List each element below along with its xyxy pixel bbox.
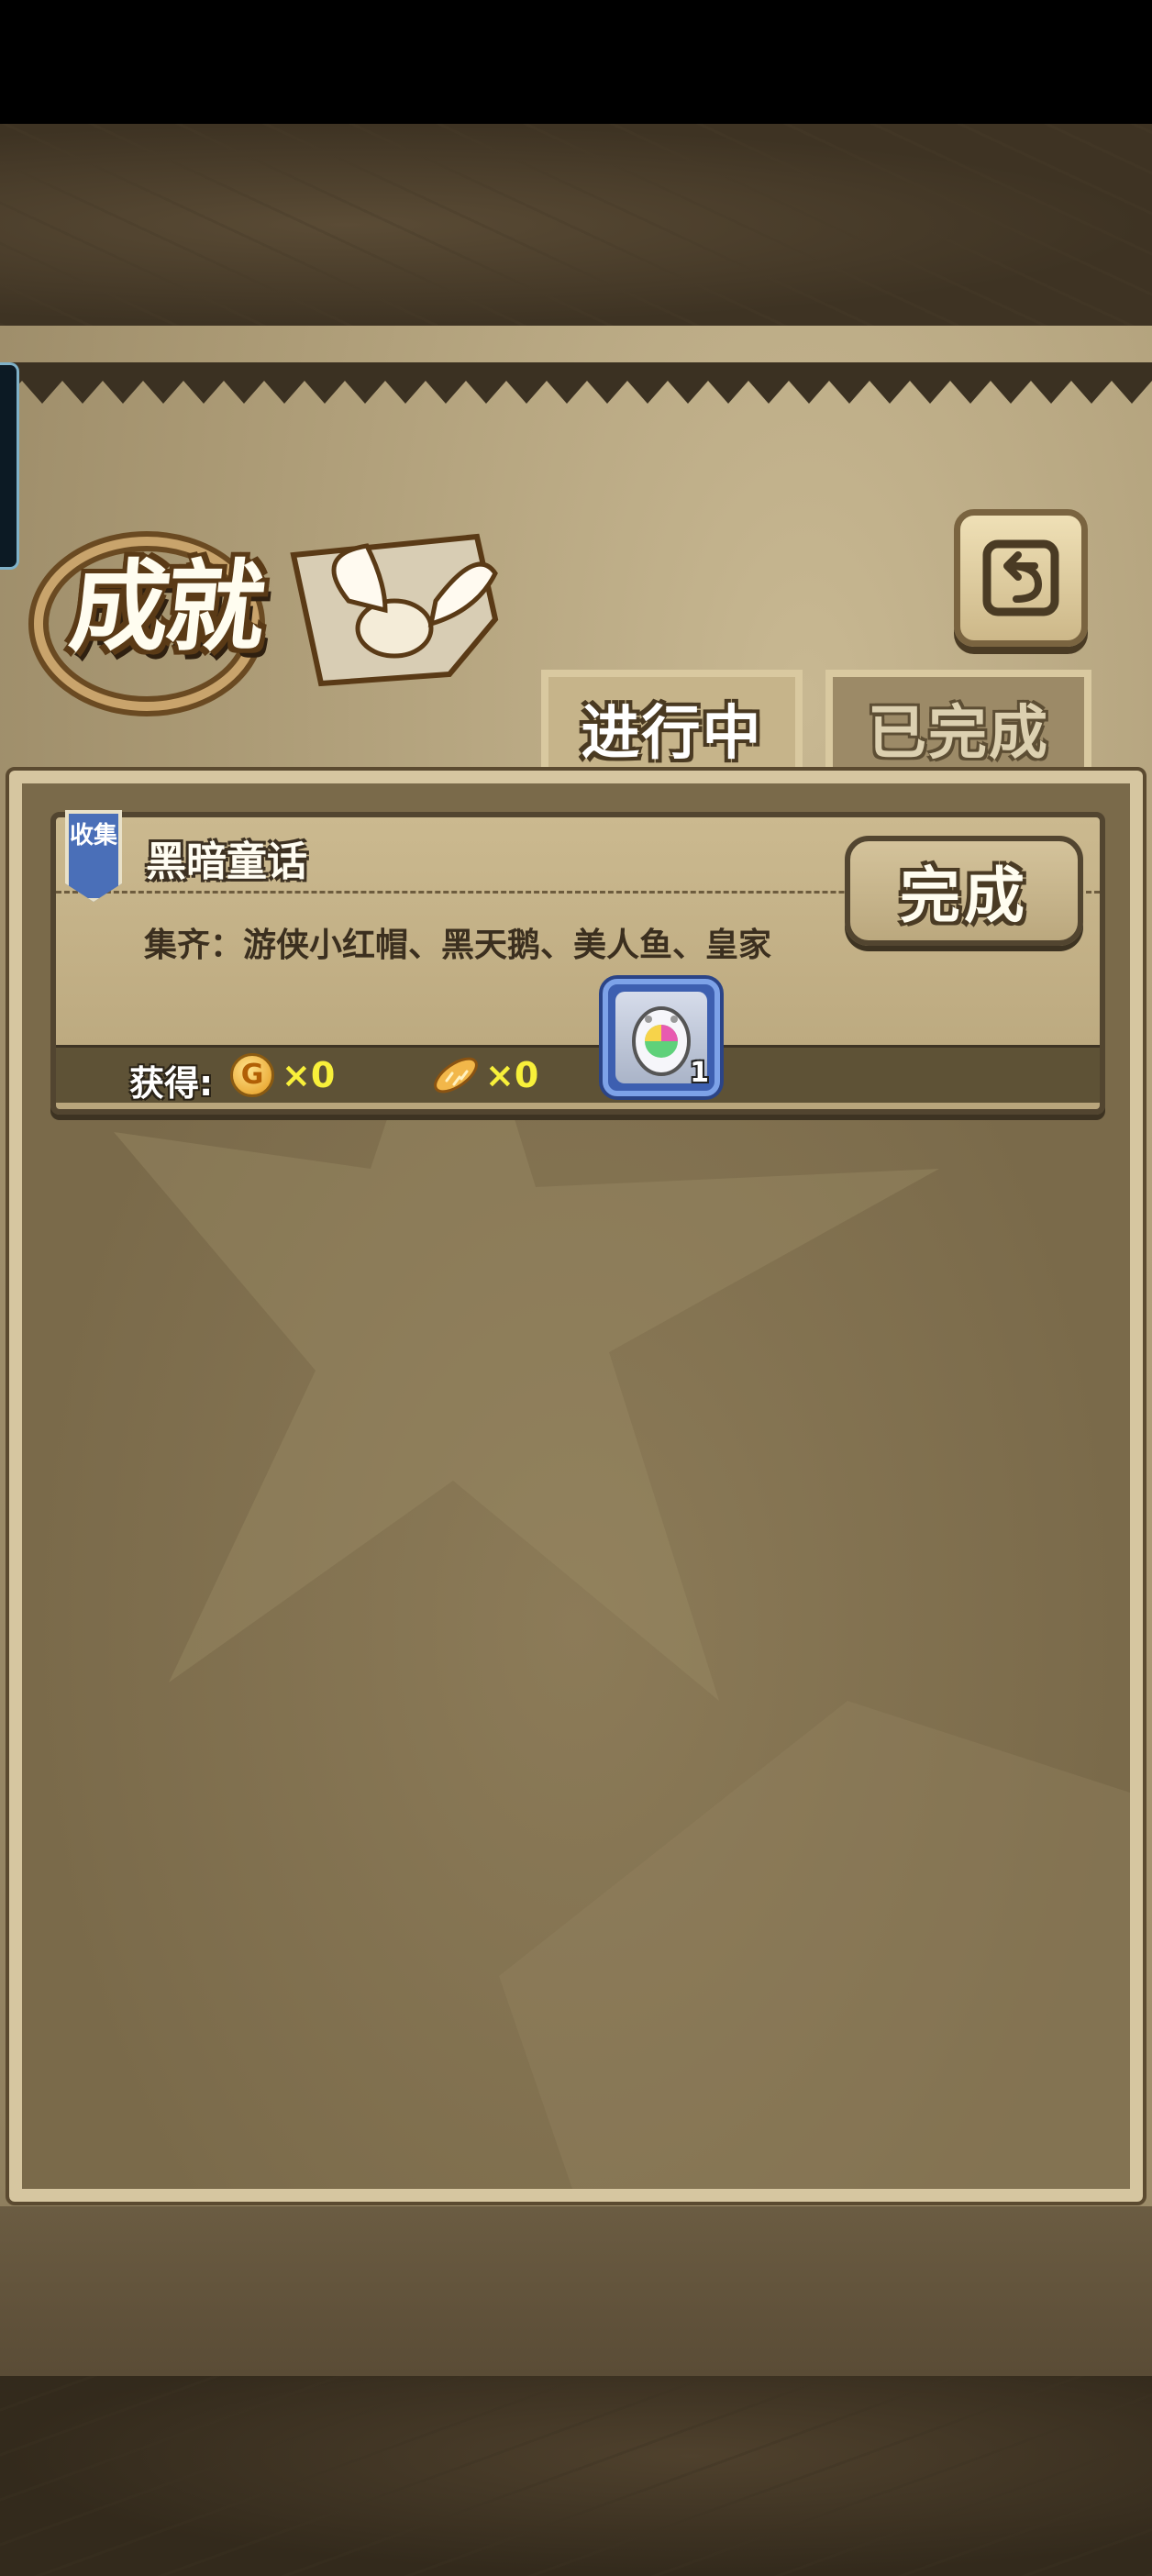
- map-background-top: [0, 124, 1152, 331]
- torn-edge-decoration: [0, 362, 1152, 404]
- reward-item-slot[interactable]: 1: [603, 979, 720, 1096]
- map-background-bottom: [0, 2376, 1152, 2576]
- side-pull-tab[interactable]: [0, 362, 19, 570]
- gold-coin-icon: G: [230, 1053, 274, 1097]
- reward-label: 获得:: [129, 1063, 214, 1104]
- achievement-title: 黑暗童话: [146, 838, 307, 885]
- achievement-card: 收集 黑暗童话 集齐：游侠小红帽、黑天鹅、美人鱼、皇家 获得: G ×0 ×0 …: [50, 810, 1105, 1115]
- item-quantity: 1: [690, 1057, 709, 1089]
- tab-completed[interactable]: 已完成: [825, 670, 1091, 780]
- page-title: 成就: [64, 550, 268, 665]
- back-arrow-icon: [982, 539, 1059, 616]
- status-bar: [0, 0, 1152, 124]
- collect-badge-icon: 收集: [65, 810, 122, 902]
- tab-in-progress[interactable]: 进行中: [541, 670, 803, 780]
- parchment-bottom-strip: [0, 2206, 1152, 2376]
- achievement-description: 集齐：游侠小红帽、黑天鹅、美人鱼、皇家: [144, 927, 772, 964]
- complete-button[interactable]: 完成: [845, 836, 1083, 946]
- back-button[interactable]: [954, 509, 1088, 647]
- coin-reward-count: ×0: [282, 1055, 336, 1095]
- bread-icon: [434, 1057, 478, 1094]
- bread-reward-count: ×0: [485, 1055, 539, 1095]
- reward-bar: 获得: G ×0 ×0: [56, 1045, 1100, 1104]
